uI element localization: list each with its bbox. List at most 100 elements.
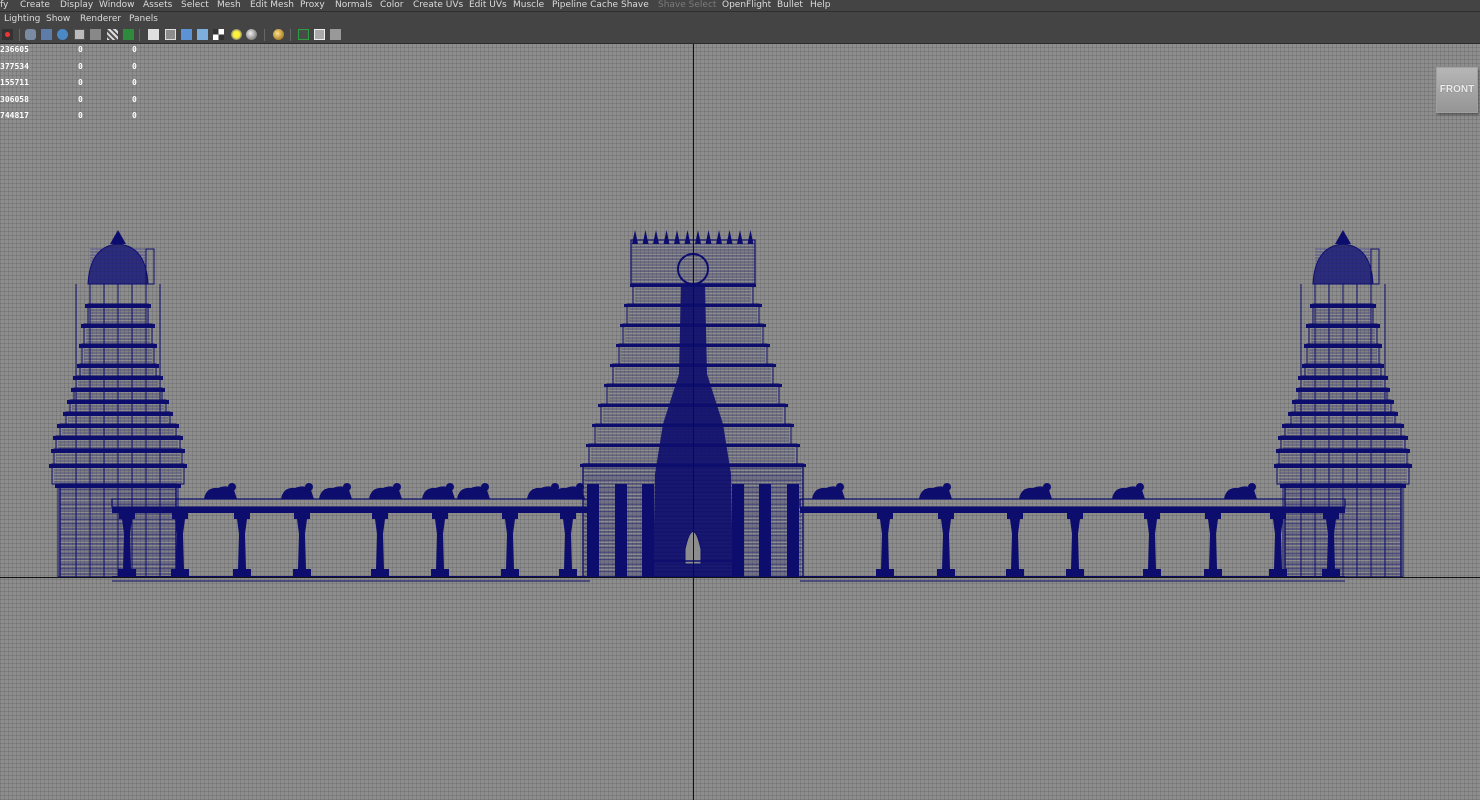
left-colonnade (501, 569, 519, 577)
panel-menu-lighting[interactable]: Lighting (4, 12, 40, 27)
left-colonnade (293, 569, 311, 577)
right-colonnade (1007, 513, 1023, 519)
resolution-gate-icon[interactable] (107, 29, 118, 40)
right-colonnade (876, 569, 894, 577)
central-gopuram (663, 230, 670, 244)
menu-openflight[interactable]: OpenFlight (722, 0, 771, 10)
bookmark-icon[interactable] (41, 29, 52, 40)
hud-value-a: 0 (78, 94, 83, 104)
origin-axis-horizontal (0, 577, 1480, 578)
camera-attributes-icon[interactable] (25, 29, 36, 40)
hud-value-a: 0 (78, 45, 83, 54)
menu-create[interactable]: Create (20, 0, 50, 10)
smooth-shade-icon[interactable] (181, 29, 192, 40)
menu-help[interactable]: Help (810, 0, 831, 10)
hud-value-b: 0 (132, 78, 137, 87)
menu-normals[interactable]: Normals (335, 0, 372, 10)
grid-icon[interactable] (74, 29, 85, 40)
origin-axis-vertical (693, 44, 694, 800)
central-gopuram (632, 230, 638, 244)
left-colonnade (375, 519, 385, 569)
menu-fy[interactable]: fy (0, 0, 8, 10)
central-gopuram (737, 230, 743, 244)
right-gopuram-tower (1335, 230, 1351, 244)
menu-proxy[interactable]: Proxy (300, 0, 325, 10)
left-colonnade (118, 569, 136, 577)
menu-display[interactable]: Display (60, 0, 93, 10)
left-colonnade (294, 513, 310, 519)
right-colonnade (1066, 569, 1084, 577)
left-colonnade (172, 513, 188, 519)
nandi-statue (228, 483, 236, 491)
xray-joints-icon[interactable] (330, 29, 341, 40)
hud-value-a: 0 (78, 61, 83, 71)
hud-value-b: 0 (132, 94, 137, 104)
right-colonnade (1067, 513, 1083, 519)
central-gopuram (705, 230, 712, 244)
menu-create-uvs[interactable]: Create UVs (413, 0, 463, 10)
menu-edit-mesh[interactable]: Edit Mesh (250, 0, 294, 10)
safe-action-icon[interactable] (123, 29, 134, 40)
central-gopuram (642, 484, 654, 577)
xray-icon[interactable] (314, 29, 325, 40)
panel-menu-show[interactable]: Show (46, 12, 70, 27)
central-gopuram (642, 230, 649, 244)
nandi-statue (481, 483, 489, 491)
left-colonnade (111, 498, 591, 508)
toolbar-separator (290, 29, 291, 41)
ambient-occlusion-icon[interactable] (273, 29, 284, 40)
right-colonnade (941, 519, 951, 569)
right-colonnade (938, 513, 954, 519)
central-gopuram (716, 230, 722, 244)
menu-edit-uvs[interactable]: Edit UVs (469, 0, 507, 10)
left-colonnade (372, 513, 388, 519)
toolbar-separator (139, 29, 140, 41)
menu-muscle[interactable]: Muscle (513, 0, 544, 10)
panel-toolbar (0, 27, 1480, 44)
right-colonnade (1323, 513, 1339, 519)
textured-icon[interactable] (213, 29, 224, 40)
central-gopuram (695, 230, 701, 244)
view-cube[interactable]: FRONT (1436, 67, 1478, 113)
nandi-statue (446, 483, 454, 491)
left-colonnade (119, 513, 135, 519)
right-colonnade (1144, 513, 1160, 519)
menu-select[interactable]: Select (181, 0, 209, 10)
field-chart-icon[interactable] (148, 29, 159, 40)
use-all-lights-icon[interactable] (231, 29, 242, 40)
panel-menu-panels[interactable]: Panels (129, 12, 158, 27)
wireframe-icon[interactable] (165, 29, 176, 40)
left-colonnade (502, 513, 518, 519)
front-viewport[interactable]: 236605 0 0 377534 0 0 155711 0 0 306058 0 0 744817 0 0… (0, 44, 1480, 800)
isolate-select-icon[interactable] (298, 29, 309, 40)
right-colonnade (877, 513, 893, 519)
menu-bullet[interactable]: Bullet (777, 0, 803, 10)
hud-value-a: 0 (78, 111, 83, 120)
right-colonnade (1270, 513, 1286, 519)
temple-wireframe-model[interactable] (0, 44, 1480, 800)
hud-value-label: 236605 (0, 45, 29, 54)
menu-shave[interactable]: Shave (621, 0, 649, 10)
image-plane-icon[interactable] (57, 29, 68, 40)
film-gate-icon[interactable] (90, 29, 101, 40)
nandi-statue (393, 483, 401, 491)
menu-pipeline-cache[interactable]: Pipeline Cache (552, 0, 618, 10)
panel-menu-renderer[interactable]: Renderer (80, 12, 121, 27)
shadows-icon[interactable] (246, 29, 257, 40)
right-colonnade (799, 498, 1346, 508)
select-camera-icon[interactable] (2, 29, 13, 40)
menu-mesh[interactable]: Mesh (217, 0, 241, 10)
nandi-statue (836, 483, 844, 491)
nandi-statue (943, 483, 951, 491)
menu-window[interactable]: Window (99, 0, 135, 10)
central-gopuram (732, 484, 744, 577)
menu-color[interactable]: Color (380, 0, 404, 10)
nandi-statue (1043, 483, 1051, 491)
central-gopuram (653, 230, 659, 244)
menu-assets[interactable]: Assets (143, 0, 172, 10)
menu-shave-select: Shave Select (658, 0, 717, 10)
hud-value-b: 0 (132, 45, 137, 54)
left-colonnade (237, 519, 247, 569)
left-colonnade (371, 569, 389, 577)
wireframe-on-shaded-icon[interactable] (197, 29, 208, 40)
